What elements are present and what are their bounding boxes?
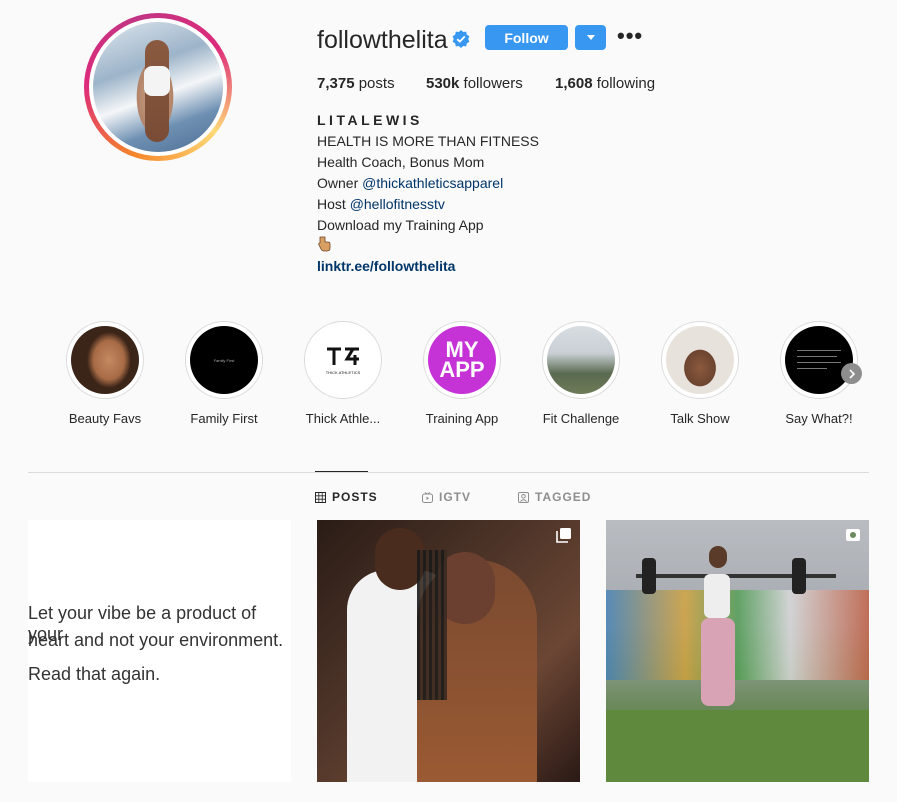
bio-line: Download my Training App — [317, 217, 484, 233]
highlight-beauty-favs[interactable]: Beauty Favs — [65, 321, 145, 426]
following-count[interactable]: 1,608 following — [555, 75, 655, 92]
highlight-cover — [666, 326, 734, 394]
bio-mention-link[interactable]: @thickathleticsapparel — [362, 175, 503, 191]
thick-athletics-logo-icon — [327, 347, 359, 365]
post-thumbnail[interactable]: Let your vibe be a product of your heart… — [28, 520, 291, 782]
post-thumbnail[interactable] — [317, 520, 580, 782]
multi-photo-icon — [556, 528, 571, 543]
grid-icon — [315, 491, 326, 503]
suggestions-dropdown-button[interactable] — [575, 25, 606, 50]
highlight-label: Family First — [190, 411, 258, 426]
profile-avatar[interactable] — [84, 13, 232, 161]
highlight-cover: MY APP — [428, 326, 496, 394]
highlight-cover: Family First — [190, 326, 258, 394]
igtv-icon — [422, 491, 433, 503]
more-options-icon[interactable]: ••• — [617, 25, 643, 47]
highlight-label: Talk Show — [670, 411, 730, 426]
bio-mention-link[interactable]: @hellofitnesstv — [350, 196, 445, 212]
highlight-label: Say What?! — [785, 411, 853, 426]
profile-full-name: LITALEWIS — [317, 112, 423, 128]
chevron-right-icon — [848, 368, 855, 379]
profile-website-link[interactable]: linktr.ee/followthelita — [317, 258, 455, 274]
highlight-label: Training App — [425, 411, 499, 426]
followers-count[interactable]: 530k followers — [426, 75, 523, 92]
highlight-label: Thick Athle... — [305, 411, 381, 426]
highlight-cover — [785, 326, 853, 394]
highlight-fit-challenge[interactable]: Fit Challenge — [541, 321, 621, 426]
post-quote-text: heart and not your environment. — [28, 630, 284, 650]
highlights-next-button[interactable] — [841, 363, 862, 384]
highlight-thick-athletics[interactable]: THICK ATHLETICS Thick Athle... — [303, 321, 383, 426]
follow-button[interactable]: Follow — [485, 25, 568, 50]
highlight-cover — [547, 326, 615, 394]
highlight-cover — [71, 326, 139, 394]
profile-username: followthelita — [317, 26, 448, 54]
highlight-talk-show[interactable]: Talk Show — [660, 321, 740, 426]
highlight-cover: THICK ATHLETICS — [309, 326, 377, 394]
highlight-label: Beauty Favs — [68, 411, 142, 426]
posts-count: 7,375 posts — [317, 75, 395, 92]
verified-badge-icon — [452, 30, 470, 48]
tagged-person-icon — [518, 491, 529, 503]
post-quote-text: Read that again. — [28, 664, 161, 684]
tab-posts[interactable]: POSTS — [315, 490, 378, 504]
bio-line: Host @hellofitnesstv — [317, 196, 445, 212]
active-tab-indicator — [315, 471, 368, 472]
highlight-label: Fit Challenge — [542, 411, 620, 426]
video-icon — [846, 529, 860, 541]
bio-line: HEALTH IS MORE THAN FITNESS — [317, 133, 539, 149]
section-divider — [28, 472, 869, 473]
highlight-family-first[interactable]: Family First Family First — [184, 321, 264, 426]
bio-line: Health Coach, Bonus Mom — [317, 154, 485, 170]
pointing-down-icon — [318, 236, 331, 252]
highlight-training-app[interactable]: MY APP Training App — [422, 321, 502, 426]
tab-tagged[interactable]: TAGGED — [518, 490, 591, 504]
post-thumbnail[interactable] — [606, 520, 869, 782]
tab-igtv[interactable]: IGTV — [422, 490, 471, 504]
caret-down-icon — [586, 34, 595, 40]
bio-line: Owner @thickathleticsapparel — [317, 175, 504, 191]
